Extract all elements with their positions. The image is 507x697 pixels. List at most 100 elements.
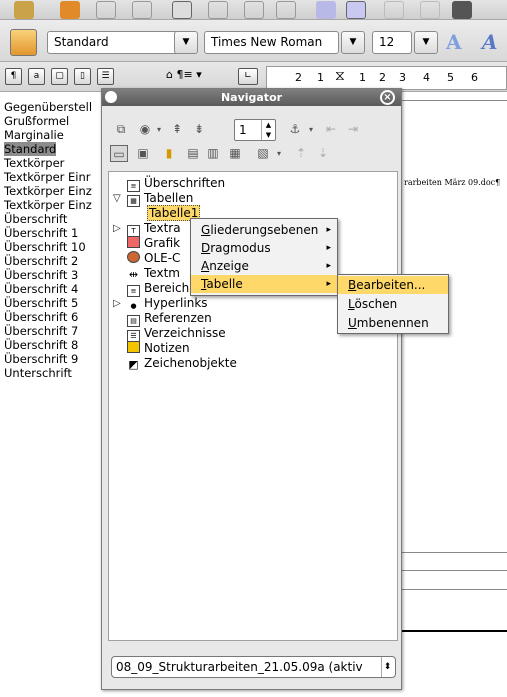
style-item[interactable]: Überschrift 3	[4, 268, 78, 282]
expand-arrow-icon[interactable]: ▷	[113, 221, 121, 236]
print-preview-icon[interactable]	[276, 1, 296, 19]
chevron-down-icon[interactable]: ▾	[270, 145, 288, 162]
footer-icon[interactable]: ▥	[204, 145, 222, 162]
tree-item-sections[interactable]: ≡ Bereiche	[127, 281, 197, 297]
style-item[interactable]: Überschrift	[4, 212, 67, 226]
font-name-combo[interactable]: Times New Roman	[204, 31, 339, 54]
menu-item-table[interactable]: Tabelle ▸	[191, 275, 337, 293]
tree-item-notes[interactable]: Notizen	[127, 341, 190, 356]
close-icon[interactable]: ×	[380, 90, 395, 105]
tree-item-graphics[interactable]: Grafik	[127, 236, 180, 251]
style-item[interactable]: Marginalie	[4, 128, 64, 142]
toggle-icon[interactable]: ⧉	[112, 121, 130, 138]
document-selector[interactable]: 08_09_Strukturarbeiten_21.05.09a (aktiv …	[111, 656, 396, 678]
menu-item-rename[interactable]: Umbenennen	[338, 314, 448, 332]
style-item-selected[interactable]: Standard	[4, 142, 57, 156]
chevron-down-icon[interactable]: ▾	[150, 121, 168, 138]
menu-item-display[interactable]: Anzeige ▸	[191, 257, 337, 275]
submenu-arrow-icon: ▸	[326, 279, 331, 289]
new-document-icon[interactable]	[14, 1, 34, 19]
chevron-down-icon[interactable]: ▼	[414, 31, 438, 54]
expand-arrow-icon[interactable]: ▷	[113, 296, 121, 311]
style-item[interactable]: Textkörper	[4, 156, 64, 170]
style-item[interactable]: Überschrift 2	[4, 254, 78, 268]
table-icon: ▦	[127, 195, 140, 207]
export-pdf-icon[interactable]	[208, 1, 228, 19]
page-number-stepper[interactable]: 1 ▲ ▼	[234, 119, 276, 141]
style-item[interactable]: Grußformel	[4, 114, 69, 128]
style-item[interactable]: Überschrift 4	[4, 282, 78, 296]
styles-and-formatting-icon[interactable]	[10, 29, 37, 56]
style-item[interactable]: Überschrift 7	[4, 324, 78, 338]
anchor-text-icon[interactable]: ▦	[226, 145, 244, 162]
edit-file-icon[interactable]	[172, 1, 192, 19]
chevron-down-icon[interactable]: ▼	[341, 31, 365, 54]
open-icon[interactable]	[60, 1, 80, 19]
tree-item-bookmarks[interactable]: ⇹ Textm	[127, 266, 180, 282]
font-size-combo[interactable]: 12	[372, 31, 412, 54]
menu-item-delete[interactable]: Löschen	[338, 295, 448, 313]
italic-icon[interactable]: A	[482, 30, 498, 54]
tree-item-ole-objects[interactable]: OLE-C	[127, 251, 180, 266]
submenu-arrow-icon: ▸	[326, 243, 331, 253]
copy-icon[interactable]	[420, 1, 440, 19]
menu-item-edit[interactable]: Bearbeiten...	[338, 276, 448, 294]
indent-marker-icon[interactable]: ⧖	[335, 68, 345, 84]
frame-styles-icon[interactable]: ▢	[51, 68, 68, 85]
navigator-title: Navigator	[220, 91, 283, 104]
collapse-arrow-icon[interactable]: ▽	[113, 191, 121, 206]
style-item[interactable]: Überschrift 8	[4, 338, 78, 352]
autospellcheck-icon[interactable]	[346, 1, 366, 19]
tree-item-indexes[interactable]: ☰ Verzeichnisse	[127, 326, 226, 342]
list-box-icon[interactable]: ▭	[110, 145, 128, 162]
paragraph-styles-icon[interactable]: ¶	[5, 68, 22, 85]
style-item[interactable]: Überschrift 6	[4, 310, 78, 324]
updown-arrow-icon[interactable]: ⬍	[381, 657, 393, 677]
fill-format-icon[interactable]: ⌂ ¶≡ ▾	[166, 68, 202, 81]
tree-item-textframes[interactable]: T Textra	[127, 221, 181, 237]
bold-icon[interactable]: A	[446, 30, 462, 54]
cut-icon[interactable]	[384, 1, 404, 19]
style-item[interactable]: Überschrift 1	[4, 226, 78, 240]
ole-object-icon	[127, 251, 140, 263]
next-icon[interactable]: ⇟	[190, 121, 208, 138]
promote-chapter-icon[interactable]: ⇡	[292, 145, 310, 162]
document-page[interactable]: rarbeiten März 09.doc¶	[398, 92, 507, 697]
navigator-title-bar[interactable]: Navigator ×	[102, 89, 401, 106]
set-reminder-icon[interactable]: ▮	[160, 145, 178, 162]
spellcheck-icon[interactable]	[316, 1, 336, 19]
menu-item-drag-mode[interactable]: Dragmodus ▸	[191, 239, 337, 257]
style-item[interactable]: Textkörper Einr	[4, 170, 91, 184]
content-view-icon[interactable]: ▣	[134, 145, 152, 162]
style-item[interactable]: Überschrift 5	[4, 296, 78, 310]
chevron-down-icon[interactable]: ▾	[302, 121, 320, 138]
list-styles-icon[interactable]: ☰	[97, 68, 114, 85]
previous-icon[interactable]: ⇞	[168, 121, 186, 138]
chevron-down-icon[interactable]: ▼	[174, 31, 198, 54]
header-icon[interactable]: ▤	[184, 145, 202, 162]
tree-item-references[interactable]: ▤ Referenzen	[127, 311, 212, 327]
save-icon[interactable]	[96, 1, 116, 19]
style-item[interactable]: Unterschrift	[4, 366, 72, 380]
submenu-arrow-icon: ▸	[326, 225, 331, 235]
tab-stop-icon[interactable]: ∟	[238, 68, 258, 85]
demote-icon[interactable]: ⇥	[344, 121, 362, 138]
promote-icon[interactable]: ⇤	[322, 121, 340, 138]
style-item[interactable]: Gegenüberstell	[4, 100, 92, 114]
horizontal-ruler[interactable]: 2 1 ⧖ 1 2 3 4 5 6	[266, 66, 507, 90]
page-styles-icon[interactable]: ▯	[74, 68, 91, 85]
style-item[interactable]: Textkörper Einz	[4, 184, 92, 198]
paste-icon[interactable]	[452, 1, 472, 19]
character-styles-icon[interactable]: a	[28, 68, 45, 85]
print-icon[interactable]	[244, 1, 264, 19]
stepper-arrows-icon[interactable]: ▲ ▼	[261, 120, 275, 140]
style-item[interactable]: Textkörper Einz	[4, 198, 92, 212]
tree-item-headings[interactable]: ≡ Überschriften	[127, 176, 225, 192]
demote-chapter-icon[interactable]: ⇣	[314, 145, 332, 162]
style-item[interactable]: Überschrift 9	[4, 352, 78, 366]
style-item[interactable]: Überschrift 10	[4, 240, 86, 254]
tree-item-drawings[interactable]: ◩ Zeichenobjekte	[127, 356, 237, 372]
paragraph-style-combo[interactable]: Standard	[47, 31, 187, 54]
mail-icon[interactable]	[132, 1, 152, 19]
menu-item-outline-levels[interactable]: Gliederungsebenen ▸	[191, 221, 337, 239]
